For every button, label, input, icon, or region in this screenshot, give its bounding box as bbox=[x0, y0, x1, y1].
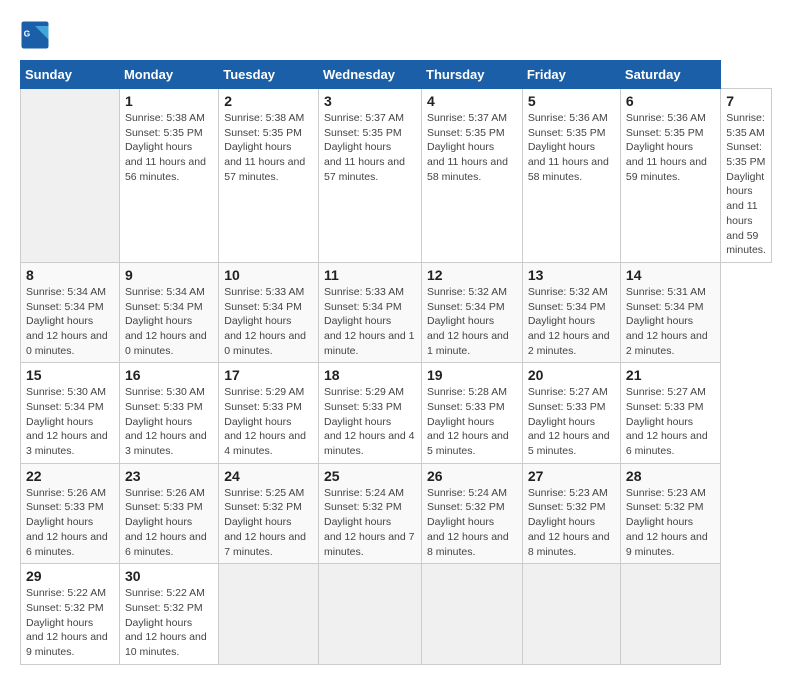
page-header: G bbox=[20, 20, 772, 50]
calendar-cell-7: 7Sunrise: 5:35 AMSunset: 5:35 PMDaylight… bbox=[721, 89, 772, 263]
calendar-week-2: 8Sunrise: 5:34 AMSunset: 5:34 PMDaylight… bbox=[21, 262, 772, 362]
calendar-cell-20: 20Sunrise: 5:27 AMSunset: 5:33 PMDayligh… bbox=[522, 363, 620, 463]
calendar-cell-empty bbox=[21, 89, 120, 263]
calendar-week-4: 22Sunrise: 5:26 AMSunset: 5:33 PMDayligh… bbox=[21, 463, 772, 563]
calendar-cell-26: 26Sunrise: 5:24 AMSunset: 5:32 PMDayligh… bbox=[422, 463, 523, 563]
header-cell-thursday: Thursday bbox=[422, 61, 523, 89]
calendar-cell-1: 1Sunrise: 5:38 AMSunset: 5:35 PMDaylight… bbox=[119, 89, 218, 263]
calendar-cell-24: 24Sunrise: 5:25 AMSunset: 5:32 PMDayligh… bbox=[219, 463, 319, 563]
calendar-cell-3: 3Sunrise: 5:37 AMSunset: 5:35 PMDaylight… bbox=[318, 89, 421, 263]
calendar-cell-30: 30Sunrise: 5:22 AMSunset: 5:32 PMDayligh… bbox=[119, 564, 218, 664]
calendar-cell-14: 14Sunrise: 5:31 AMSunset: 5:34 PMDayligh… bbox=[620, 262, 720, 362]
calendar-body: 1Sunrise: 5:38 AMSunset: 5:35 PMDaylight… bbox=[21, 89, 772, 665]
calendar-cell-25: 25Sunrise: 5:24 AMSunset: 5:32 PMDayligh… bbox=[318, 463, 421, 563]
calendar-cell-empty bbox=[219, 564, 319, 664]
calendar-cell-empty bbox=[620, 564, 720, 664]
header-cell-saturday: Saturday bbox=[620, 61, 720, 89]
header-cell-friday: Friday bbox=[522, 61, 620, 89]
calendar-cell-11: 11Sunrise: 5:33 AMSunset: 5:34 PMDayligh… bbox=[318, 262, 421, 362]
header-cell-wednesday: Wednesday bbox=[318, 61, 421, 89]
calendar-cell-5: 5Sunrise: 5:36 AMSunset: 5:35 PMDaylight… bbox=[522, 89, 620, 263]
header-cell-tuesday: Tuesday bbox=[219, 61, 319, 89]
calendar-cell-19: 19Sunrise: 5:28 AMSunset: 5:33 PMDayligh… bbox=[422, 363, 523, 463]
calendar-cell-23: 23Sunrise: 5:26 AMSunset: 5:33 PMDayligh… bbox=[119, 463, 218, 563]
calendar-cell-8: 8Sunrise: 5:34 AMSunset: 5:34 PMDaylight… bbox=[21, 262, 120, 362]
calendar-week-5: 29Sunrise: 5:22 AMSunset: 5:32 PMDayligh… bbox=[21, 564, 772, 664]
calendar-cell-9: 9Sunrise: 5:34 AMSunset: 5:34 PMDaylight… bbox=[119, 262, 218, 362]
calendar-cell-29: 29Sunrise: 5:22 AMSunset: 5:32 PMDayligh… bbox=[21, 564, 120, 664]
calendar-cell-17: 17Sunrise: 5:29 AMSunset: 5:33 PMDayligh… bbox=[219, 363, 319, 463]
header-row: SundayMondayTuesdayWednesdayThursdayFrid… bbox=[21, 61, 772, 89]
calendar-cell-empty bbox=[422, 564, 523, 664]
calendar-cell-10: 10Sunrise: 5:33 AMSunset: 5:34 PMDayligh… bbox=[219, 262, 319, 362]
calendar-cell-27: 27Sunrise: 5:23 AMSunset: 5:32 PMDayligh… bbox=[522, 463, 620, 563]
calendar-cell-4: 4Sunrise: 5:37 AMSunset: 5:35 PMDaylight… bbox=[422, 89, 523, 263]
calendar-cell-empty bbox=[318, 564, 421, 664]
svg-text:G: G bbox=[24, 30, 30, 39]
calendar-table: SundayMondayTuesdayWednesdayThursdayFrid… bbox=[20, 60, 772, 665]
calendar-header: SundayMondayTuesdayWednesdayThursdayFrid… bbox=[21, 61, 772, 89]
calendar-cell-6: 6Sunrise: 5:36 AMSunset: 5:35 PMDaylight… bbox=[620, 89, 720, 263]
calendar-week-1: 1Sunrise: 5:38 AMSunset: 5:35 PMDaylight… bbox=[21, 89, 772, 263]
header-cell-monday: Monday bbox=[119, 61, 218, 89]
calendar-cell-18: 18Sunrise: 5:29 AMSunset: 5:33 PMDayligh… bbox=[318, 363, 421, 463]
calendar-cell-28: 28Sunrise: 5:23 AMSunset: 5:32 PMDayligh… bbox=[620, 463, 720, 563]
calendar-cell-16: 16Sunrise: 5:30 AMSunset: 5:33 PMDayligh… bbox=[119, 363, 218, 463]
logo: G bbox=[20, 20, 54, 50]
calendar-week-3: 15Sunrise: 5:30 AMSunset: 5:34 PMDayligh… bbox=[21, 363, 772, 463]
calendar-cell-2: 2Sunrise: 5:38 AMSunset: 5:35 PMDaylight… bbox=[219, 89, 319, 263]
logo-icon: G bbox=[20, 20, 50, 50]
calendar-cell-12: 12Sunrise: 5:32 AMSunset: 5:34 PMDayligh… bbox=[422, 262, 523, 362]
calendar-cell-22: 22Sunrise: 5:26 AMSunset: 5:33 PMDayligh… bbox=[21, 463, 120, 563]
calendar-cell-13: 13Sunrise: 5:32 AMSunset: 5:34 PMDayligh… bbox=[522, 262, 620, 362]
calendar-cell-15: 15Sunrise: 5:30 AMSunset: 5:34 PMDayligh… bbox=[21, 363, 120, 463]
calendar-cell-empty bbox=[522, 564, 620, 664]
header-cell-sunday: Sunday bbox=[21, 61, 120, 89]
calendar-cell-21: 21Sunrise: 5:27 AMSunset: 5:33 PMDayligh… bbox=[620, 363, 720, 463]
